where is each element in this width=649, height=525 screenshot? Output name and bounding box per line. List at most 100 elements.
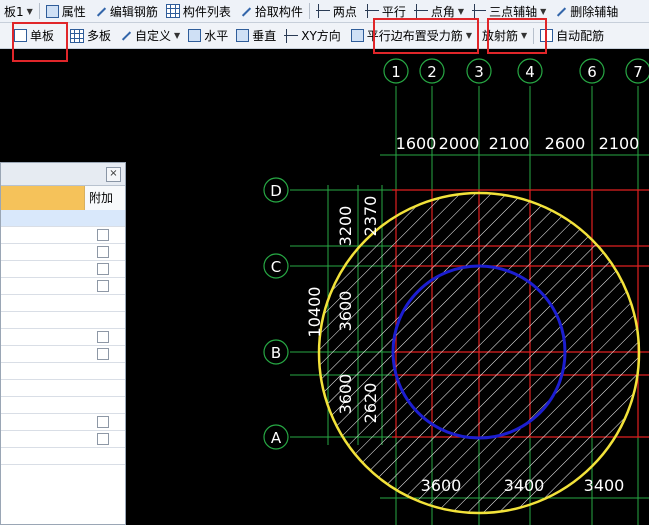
chevron-down-icon: ▼ xyxy=(174,31,181,40)
column-axis-bubbles: 1 2 3 4 6 7 xyxy=(383,58,649,84)
panel-titlebar[interactable]: × xyxy=(1,163,125,186)
row-axis-bubbles: D C B A xyxy=(263,177,289,450)
panel-row[interactable] xyxy=(1,448,125,465)
dim-bottom-2: 3400 xyxy=(504,476,545,495)
panel-table-header: 附加 xyxy=(1,186,125,210)
panel-row[interactable] xyxy=(1,329,125,346)
extra-checkbox[interactable] xyxy=(97,280,109,292)
custom-label: 自定义 xyxy=(135,29,172,43)
axis-bubble-A[interactable]: A xyxy=(263,424,289,450)
panel-row[interactable] xyxy=(1,261,125,278)
multi-board-icon xyxy=(70,28,85,43)
toolbar-separator xyxy=(38,3,40,19)
two-point-axis-icon xyxy=(315,4,330,18)
panel-header-extra: 附加 xyxy=(85,186,125,210)
axis-bubble-6[interactable]: 6 xyxy=(579,58,605,84)
panel-row[interactable] xyxy=(1,431,125,448)
chevron-down-icon: ▼ xyxy=(540,6,547,16)
dim-left-total: 10400 xyxy=(305,287,324,338)
component-panel: × 附加 xyxy=(0,162,126,525)
chevron-down-icon: ▼ xyxy=(457,6,465,16)
axis-label-6: 6 xyxy=(587,63,597,81)
panel-row[interactable] xyxy=(1,295,125,312)
panel-row[interactable] xyxy=(1,414,125,431)
toolbar-separator xyxy=(308,3,310,19)
axis-bubble-4[interactable]: 4 xyxy=(517,58,543,84)
component-list-button[interactable]: 构件列表 xyxy=(162,1,235,21)
bottom-dimensions: 3600 3400 3400 xyxy=(421,476,625,495)
parallel-label: 平行 xyxy=(381,4,406,19)
delete-axis-button[interactable]: 删除辅轴 xyxy=(550,1,622,21)
axis-label-C: C xyxy=(271,258,281,276)
panel-row[interactable] xyxy=(1,312,125,329)
two-points-button[interactable]: 两点 xyxy=(312,1,361,21)
vertical-button[interactable]: 垂直 xyxy=(232,26,280,46)
dim-left-inner-2: 2620 xyxy=(361,383,380,424)
component-list-label: 构件列表 xyxy=(182,4,231,19)
panel-row[interactable] xyxy=(1,380,125,397)
axis-bubble-C[interactable]: C xyxy=(263,253,289,279)
dim-left-2: 3600 xyxy=(336,291,355,332)
horizontal-icon xyxy=(188,29,202,42)
panel-row[interactable] xyxy=(1,346,125,363)
delete-axis-label: 删除辅轴 xyxy=(570,4,619,19)
three-point-axis-icon xyxy=(472,4,487,18)
main-toolbar: 板1 ▼ 属性 编辑钢筋 构件列表 拾取构件 两点 平行 点角 ▼ 三点辅轴 ▼… xyxy=(0,0,649,23)
xy-direction-button[interactable]: XY方向 xyxy=(280,26,345,46)
axis-bubble-D[interactable]: D xyxy=(263,177,289,203)
vertical-icon xyxy=(236,29,250,42)
board-select-value: 板1 xyxy=(4,4,24,19)
dim-top-5: 2100 xyxy=(599,134,640,153)
board-select[interactable]: 板1 ▼ xyxy=(0,1,37,21)
custom-button[interactable]: 自定义 ▼ xyxy=(115,26,184,46)
horizontal-label: 水平 xyxy=(204,29,229,43)
extra-checkbox[interactable] xyxy=(97,263,109,275)
dim-left-inner-1: 2370 xyxy=(361,196,380,237)
extra-checkbox[interactable] xyxy=(97,416,109,428)
xy-direction-icon xyxy=(284,28,299,43)
panel-rows xyxy=(1,210,125,465)
axis-bubble-1[interactable]: 1 xyxy=(383,58,409,84)
dim-bottom-1: 3600 xyxy=(421,476,462,495)
pick-component-button[interactable]: 拾取构件 xyxy=(235,1,307,21)
axis-label-1: 1 xyxy=(391,63,401,81)
axis-bubble-B[interactable]: B xyxy=(263,339,289,365)
property-button[interactable]: 属性 xyxy=(42,1,90,21)
extra-checkbox[interactable] xyxy=(97,433,109,445)
eraser-icon xyxy=(554,5,567,18)
horizontal-button[interactable]: 水平 xyxy=(184,26,232,46)
panel-row[interactable] xyxy=(1,397,125,414)
axis-bubble-3[interactable]: 3 xyxy=(466,58,492,84)
auto-rebar-label: 自动配筋 xyxy=(556,29,605,43)
two-points-label: 两点 xyxy=(332,4,357,19)
axis-bubble-7[interactable]: 7 xyxy=(625,58,649,84)
dim-top-2: 2000 xyxy=(439,134,480,153)
panel-row[interactable] xyxy=(1,227,125,244)
panel-row[interactable] xyxy=(1,278,125,295)
three-point-axis-label: 三点辅轴 xyxy=(489,4,538,19)
axis-bubble-2[interactable]: 2 xyxy=(419,58,445,84)
pick-icon xyxy=(239,5,252,18)
parallel-axis-icon xyxy=(364,4,379,18)
extra-checkbox[interactable] xyxy=(97,246,109,258)
property-label: 属性 xyxy=(61,4,86,19)
xy-direction-label: XY方向 xyxy=(301,29,341,43)
panel-row[interactable] xyxy=(1,244,125,261)
point-angle-label: 点角 xyxy=(430,4,455,19)
panel-row[interactable] xyxy=(1,363,125,380)
edit-rebar-button[interactable]: 编辑钢筋 xyxy=(90,1,162,21)
multi-board-button[interactable]: 多板 xyxy=(66,26,115,46)
extra-checkbox[interactable] xyxy=(97,331,109,343)
panel-header-name-column[interactable] xyxy=(1,186,85,210)
property-icon xyxy=(45,4,59,18)
chevron-down-icon: ▼ xyxy=(26,6,33,16)
close-icon[interactable]: × xyxy=(106,167,121,182)
axis-label-D: D xyxy=(270,182,282,200)
extra-checkbox[interactable] xyxy=(97,229,109,241)
custom-icon xyxy=(119,29,132,42)
axis-label-A: A xyxy=(271,429,282,447)
top-dimensions: 1600 2000 2100 2600 2100 xyxy=(396,134,640,153)
panel-row[interactable] xyxy=(1,210,125,227)
axis-label-7: 7 xyxy=(633,63,643,81)
extra-checkbox[interactable] xyxy=(97,348,109,360)
